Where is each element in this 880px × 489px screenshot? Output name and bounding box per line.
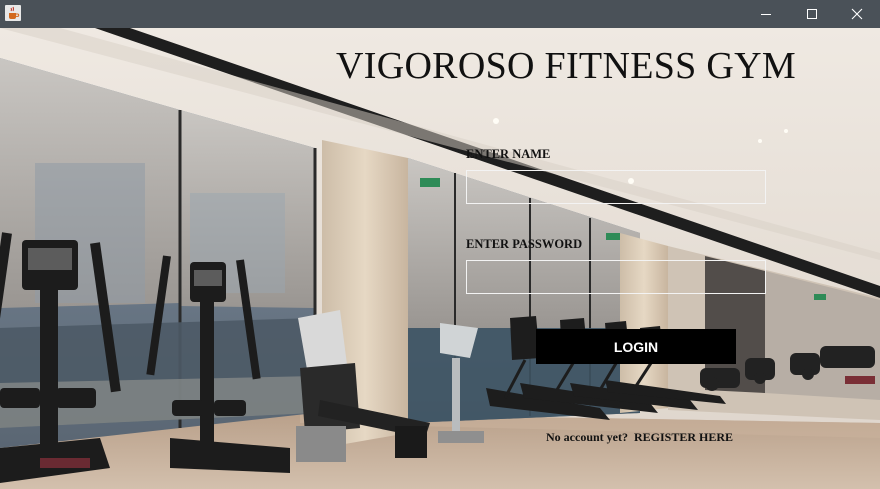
- window-titlebar: [0, 0, 880, 28]
- maximize-button[interactable]: [789, 0, 835, 28]
- maximize-icon: [807, 9, 817, 19]
- minimize-button[interactable]: [743, 0, 789, 28]
- password-label: ENTER PASSWORD: [466, 237, 583, 251]
- register-link[interactable]: REGISTER HERE: [634, 430, 733, 444]
- minimize-icon: [761, 14, 771, 15]
- gym-background-image: [0, 28, 880, 489]
- no-account-text: No account yet?: [546, 430, 628, 444]
- name-input[interactable]: [466, 170, 766, 204]
- close-icon: [851, 8, 863, 20]
- close-button[interactable]: [834, 0, 880, 28]
- page-title: VIGOROSO FITNESS GYM: [336, 45, 796, 87]
- password-input[interactable]: [466, 260, 766, 294]
- name-label: ENTER NAME: [466, 147, 551, 161]
- login-button[interactable]: LOGIN: [536, 329, 736, 364]
- java-cup-icon: [5, 5, 21, 21]
- register-row: No account yet? REGISTER HERE: [546, 430, 733, 445]
